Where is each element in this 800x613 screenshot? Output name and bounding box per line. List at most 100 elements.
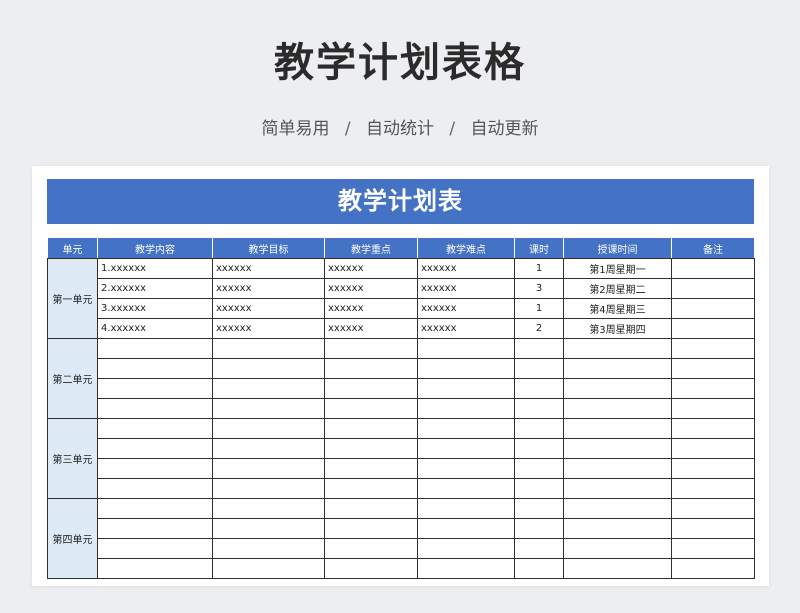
cell-hours[interactable]: 1 xyxy=(514,298,564,319)
cell-focus[interactable] xyxy=(324,358,418,379)
cell-note[interactable] xyxy=(671,378,755,399)
cell-focus[interactable] xyxy=(324,498,418,519)
cell-time[interactable] xyxy=(563,458,672,479)
column-header[interactable]: 备注 xyxy=(671,238,755,259)
cell-content[interactable]: 1.xxxxxx xyxy=(97,258,213,279)
cell-hours[interactable] xyxy=(514,338,564,359)
cell-hours[interactable] xyxy=(514,538,564,559)
cell-hours[interactable]: 1 xyxy=(514,258,564,279)
cell-goal[interactable] xyxy=(212,338,325,359)
cell-goal[interactable] xyxy=(212,378,325,399)
cell-goal[interactable] xyxy=(212,458,325,479)
cell-goal[interactable]: xxxxxx xyxy=(212,298,325,319)
cell-note[interactable] xyxy=(671,438,755,459)
cell-difficulty[interactable] xyxy=(417,338,515,359)
cell-hours[interactable] xyxy=(514,498,564,519)
cell-focus[interactable] xyxy=(324,378,418,399)
cell-content[interactable] xyxy=(97,458,213,479)
cell-hours[interactable]: 3 xyxy=(514,278,564,299)
cell-difficulty[interactable]: xxxxxx xyxy=(417,318,515,339)
cell-focus[interactable]: xxxxxx xyxy=(324,258,418,279)
cell-time[interactable]: 第4周星期三 xyxy=(563,298,672,319)
cell-goal[interactable] xyxy=(212,398,325,419)
cell-hours[interactable] xyxy=(514,398,564,419)
cell-goal[interactable] xyxy=(212,558,325,579)
cell-difficulty[interactable] xyxy=(417,418,515,439)
cell-note[interactable] xyxy=(671,338,755,359)
cell-difficulty[interactable] xyxy=(417,378,515,399)
cell-difficulty[interactable]: xxxxxx xyxy=(417,278,515,299)
cell-time[interactable] xyxy=(563,338,672,359)
cell-focus[interactable]: xxxxxx xyxy=(324,298,418,319)
cell-time[interactable] xyxy=(563,558,672,579)
cell-time[interactable] xyxy=(563,498,672,519)
cell-content[interactable]: 4.xxxxxx xyxy=(97,318,213,339)
cell-content[interactable] xyxy=(97,538,213,559)
cell-note[interactable] xyxy=(671,298,755,319)
cell-hours[interactable] xyxy=(514,518,564,539)
cell-content[interactable]: 2.xxxxxx xyxy=(97,278,213,299)
cell-content[interactable]: 3.xxxxxx xyxy=(97,298,213,319)
column-header[interactable]: 授课时间 xyxy=(563,238,672,259)
column-header[interactable]: 教学难点 xyxy=(417,238,515,259)
cell-note[interactable] xyxy=(671,278,755,299)
cell-goal[interactable] xyxy=(212,418,325,439)
cell-content[interactable] xyxy=(97,418,213,439)
cell-content[interactable] xyxy=(97,358,213,379)
cell-note[interactable] xyxy=(671,458,755,479)
cell-time[interactable] xyxy=(563,538,672,559)
cell-note[interactable] xyxy=(671,258,755,279)
cell-hours[interactable] xyxy=(514,358,564,379)
cell-note[interactable] xyxy=(671,478,755,499)
cell-difficulty[interactable] xyxy=(417,498,515,519)
cell-goal[interactable]: xxxxxx xyxy=(212,258,325,279)
cell-time[interactable]: 第3周星期四 xyxy=(563,318,672,339)
cell-focus[interactable] xyxy=(324,538,418,559)
cell-hours[interactable] xyxy=(514,458,564,479)
cell-note[interactable] xyxy=(671,498,755,519)
cell-content[interactable] xyxy=(97,438,213,459)
cell-difficulty[interactable] xyxy=(417,518,515,539)
cell-time[interactable] xyxy=(563,418,672,439)
cell-focus[interactable] xyxy=(324,458,418,479)
column-header[interactable]: 教学目标 xyxy=(212,238,325,259)
cell-note[interactable] xyxy=(671,398,755,419)
cell-difficulty[interactable]: xxxxxx xyxy=(417,298,515,319)
cell-difficulty[interactable] xyxy=(417,478,515,499)
cell-focus[interactable] xyxy=(324,338,418,359)
unit-name-cell[interactable]: 第四单元 xyxy=(47,498,98,579)
cell-time[interactable] xyxy=(563,438,672,459)
cell-difficulty[interactable] xyxy=(417,438,515,459)
cell-difficulty[interactable] xyxy=(417,538,515,559)
cell-focus[interactable] xyxy=(324,398,418,419)
cell-content[interactable] xyxy=(97,558,213,579)
cell-note[interactable] xyxy=(671,558,755,579)
column-header[interactable]: 单元 xyxy=(47,238,98,259)
cell-content[interactable] xyxy=(97,518,213,539)
cell-time[interactable] xyxy=(563,358,672,379)
cell-difficulty[interactable] xyxy=(417,358,515,379)
cell-note[interactable] xyxy=(671,318,755,339)
cell-time[interactable]: 第1周星期一 xyxy=(563,258,672,279)
column-header[interactable]: 教学内容 xyxy=(97,238,213,259)
cell-goal[interactable]: xxxxxx xyxy=(212,318,325,339)
cell-content[interactable] xyxy=(97,398,213,419)
cell-time[interactable] xyxy=(563,398,672,419)
cell-hours[interactable] xyxy=(514,418,564,439)
cell-content[interactable] xyxy=(97,478,213,499)
cell-goal[interactable] xyxy=(212,538,325,559)
cell-note[interactable] xyxy=(671,358,755,379)
cell-time[interactable] xyxy=(563,518,672,539)
cell-focus[interactable] xyxy=(324,438,418,459)
cell-focus[interactable]: xxxxxx xyxy=(324,318,418,339)
cell-content[interactable] xyxy=(97,338,213,359)
cell-goal[interactable] xyxy=(212,358,325,379)
unit-name-cell[interactable]: 第三单元 xyxy=(47,418,98,499)
cell-focus[interactable] xyxy=(324,518,418,539)
column-header[interactable]: 课时 xyxy=(514,238,564,259)
column-header[interactable]: 教学重点 xyxy=(324,238,418,259)
cell-goal[interactable] xyxy=(212,478,325,499)
cell-time[interactable] xyxy=(563,378,672,399)
cell-hours[interactable]: 2 xyxy=(514,318,564,339)
cell-hours[interactable] xyxy=(514,378,564,399)
